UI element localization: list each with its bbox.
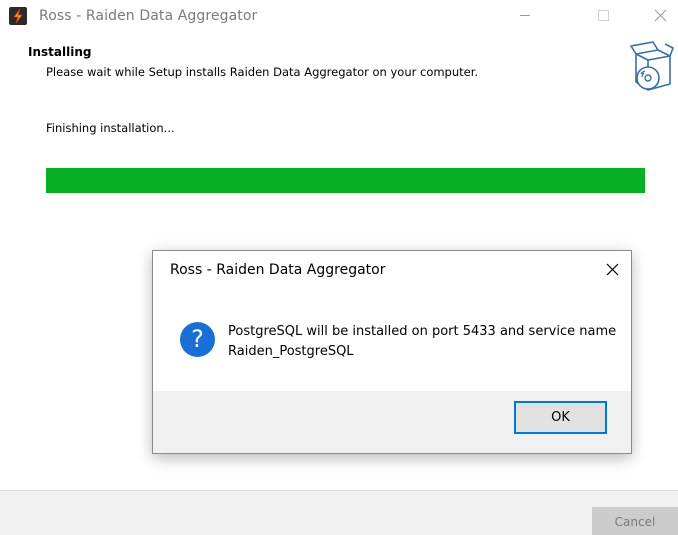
dialog-close-button[interactable]: [601, 258, 625, 282]
installer-header: Installing Please wait while Setup insta…: [0, 32, 678, 102]
question-icon: ?: [180, 322, 215, 357]
page-subtitle: Please wait while Setup installs Raiden …: [46, 65, 479, 79]
lightning-app-icon: [9, 7, 27, 25]
dialog-message-line-1: PostgreSQL will be installed on port 543…: [228, 324, 617, 339]
install-progress-bar: [46, 168, 645, 193]
install-status-text: Finishing installation...: [46, 121, 175, 135]
maximize-icon: [598, 10, 609, 21]
title-bar: Ross - Raiden Data Aggregator: [0, 0, 678, 32]
dialog-button-bar: OK: [153, 391, 631, 453]
page-title: Installing: [28, 45, 92, 59]
maximize-button[interactable]: [580, 0, 626, 32]
ok-button[interactable]: OK: [514, 401, 607, 434]
message-dialog: Ross - Raiden Data Aggregator ? PostgreS…: [152, 250, 632, 454]
minimize-icon: [520, 15, 530, 16]
install-box-disc-icon: [630, 41, 674, 91]
close-icon: [606, 263, 619, 276]
cancel-button[interactable]: Cancel: [592, 507, 678, 535]
dialog-title: Ross - Raiden Data Aggregator: [170, 262, 386, 278]
close-icon: [654, 9, 667, 22]
install-progress-fill: [46, 168, 645, 193]
minimize-button[interactable]: [502, 0, 548, 32]
window-title: Ross - Raiden Data Aggregator: [39, 8, 258, 24]
close-button[interactable]: [632, 0, 678, 32]
installer-footer: [0, 490, 678, 535]
dialog-message: PostgreSQL will be installed on port 543…: [228, 322, 618, 362]
dialog-message-line-2: Raiden_PostgreSQL: [228, 344, 354, 359]
